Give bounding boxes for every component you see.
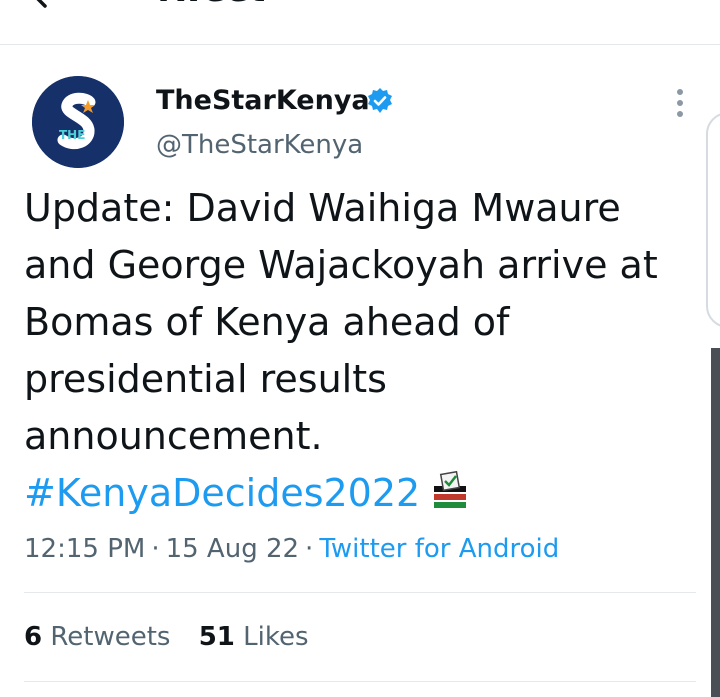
back-button[interactable] xyxy=(30,0,64,14)
more-dots-icon xyxy=(677,89,683,95)
tweet-text-line: and George Wajackoyah arrive at xyxy=(24,243,658,287)
hashtag-link[interactable]: #KenyaDecides2022 xyxy=(24,471,420,515)
hashtag-line: #KenyaDecides2022 xyxy=(24,465,694,522)
tweet-date: 15 Aug 22 xyxy=(165,534,300,564)
likes-count: 51 xyxy=(198,622,235,652)
scrollbar[interactable] xyxy=(711,348,720,697)
more-options-button[interactable] xyxy=(668,86,692,118)
svg-text:THE: THE xyxy=(59,128,85,142)
meta-separator: · xyxy=(305,534,314,564)
tweet-metadata: 12:15 PM · 15 Aug 22 · Twitter for Android xyxy=(24,532,559,566)
tweet-text: Update: David Waihiga Mwaure and George … xyxy=(24,180,694,522)
tweet-text-line: Update: David Waihiga Mwaure xyxy=(24,186,621,230)
author-handle[interactable]: @TheStarKenya xyxy=(156,128,363,162)
tweet-text-line: Bomas of Kenya ahead of xyxy=(24,300,510,344)
arrow-left-icon xyxy=(36,0,47,8)
likes-label: Likes xyxy=(243,622,309,652)
author-display-name[interactable]: TheStarKenya xyxy=(156,84,370,118)
more-dot xyxy=(677,111,683,117)
tweet-time: 12:15 PM xyxy=(24,534,146,564)
tweet-source-link[interactable]: Twitter for Android xyxy=(319,534,559,564)
divider xyxy=(24,592,696,593)
meta-separator: · xyxy=(151,534,160,564)
likes-stat[interactable]: 51 Likes xyxy=(199,620,309,654)
star-logo-icon: THE xyxy=(32,76,124,168)
verified-badge-icon xyxy=(366,87,394,115)
divider xyxy=(24,681,696,682)
page-title: Tweet xyxy=(152,0,265,10)
side-panel-edge xyxy=(706,112,720,328)
retweets-label: Retweets xyxy=(50,622,171,652)
ballot-box-kenya-flag-icon xyxy=(434,470,467,508)
retweets-stat[interactable]: 6 Retweets xyxy=(24,620,170,654)
top-bar: Tweet xyxy=(0,0,720,45)
engagement-stats: 6 Retweets 51 Likes xyxy=(24,620,329,654)
retweets-count: 6 xyxy=(24,622,43,652)
more-dot xyxy=(677,100,683,106)
tweet-text-line: presidential results xyxy=(24,357,387,401)
tweet-text-line: announcement. xyxy=(24,414,323,458)
avatar[interactable]: THE xyxy=(32,76,124,168)
